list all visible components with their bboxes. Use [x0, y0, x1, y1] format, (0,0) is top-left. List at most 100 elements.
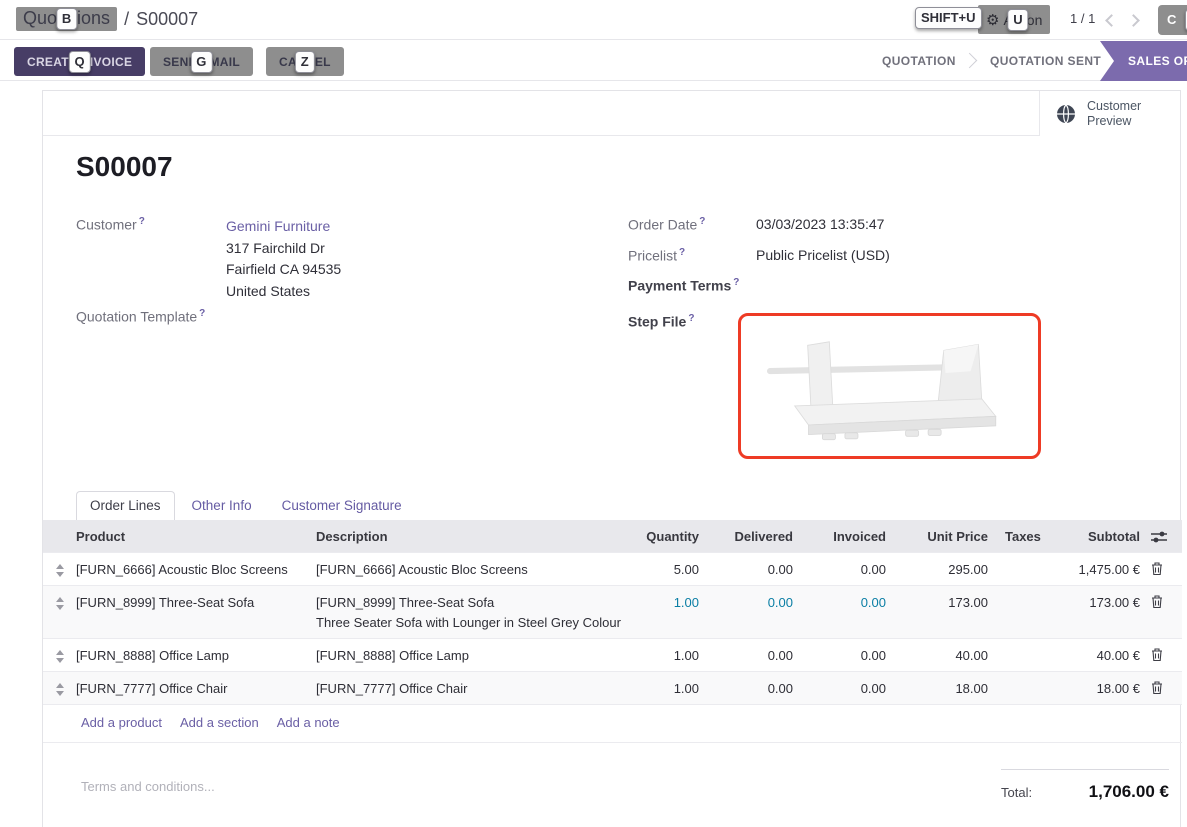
customer-link[interactable]: Gemini Furniture [226, 218, 330, 234]
globe-icon [1055, 103, 1077, 125]
address-line-1: 317 Fairchild Dr [226, 240, 325, 256]
control-panel: Quotations B / S00007 SHIFT+U ⚙ Action U… [0, 0, 1187, 40]
address-line-3: United States [226, 283, 310, 299]
keyboard-hint-shift-u: SHIFT+U [915, 7, 982, 29]
product-cell[interactable]: [FURN_8888] Office Lamp [76, 639, 316, 671]
quantity-cell[interactable]: 5.00 [621, 553, 711, 585]
create-invoice-button[interactable]: CREATE INVOICE Q [14, 47, 145, 76]
create-button-label: C [1167, 12, 1176, 27]
invoiced-cell[interactable]: 0.00 [805, 553, 898, 585]
unit-price-cell[interactable]: 40.00 [898, 639, 1000, 671]
pager-prev-button[interactable] [1105, 14, 1118, 27]
form-sheet: Customer Preview S00007 Customer? Gemini… [42, 90, 1181, 827]
delete-row-button[interactable] [1142, 553, 1182, 581]
status-step-sales-order[interactable]: SALES ORDER [1100, 41, 1187, 81]
breadcrumb-quotations-link[interactable]: Quotations B [16, 7, 117, 31]
delivered-cell[interactable]: 0.00 [711, 586, 805, 618]
column-header-invoiced: Invoiced [805, 520, 898, 552]
send-email-button[interactable]: SEND EMAIL G [150, 47, 253, 76]
order-date-field-label: Order Date? [628, 216, 705, 233]
notebook-tabs: Order Lines Other Info Customer Signatur… [43, 489, 1180, 520]
action-menu-button[interactable]: ⚙ Action U [978, 5, 1050, 34]
customer-address-block: Gemini Furniture 317 Fairchild Dr Fairfi… [226, 216, 341, 302]
customer-preview-button[interactable]: Customer Preview [1039, 91, 1180, 136]
create-button[interactable]: C [1158, 5, 1187, 35]
step-file-field-label: Step File? [628, 313, 694, 330]
delete-row-button[interactable] [1142, 639, 1182, 667]
table-row[interactable]: [FURN_8999] Three-Seat Sofa [FURN_8999] … [43, 585, 1182, 638]
taxes-cell[interactable] [1000, 553, 1066, 565]
description-cell[interactable]: [FURN_8888] Office Lamp [316, 639, 621, 671]
description-cell[interactable]: [FURN_7777] Office Chair [316, 672, 621, 704]
order-date-value[interactable]: 03/03/2023 13:35:47 [756, 216, 884, 232]
terms-and-conditions-input[interactable]: Terms and conditions... [81, 779, 215, 794]
total-value: 1,706.00 € [1089, 782, 1169, 802]
keyboard-hint-z: Z [295, 51, 315, 73]
pricelist-value[interactable]: Public Pricelist (USD) [756, 247, 890, 263]
delivered-cell[interactable]: 0.00 [711, 672, 805, 704]
breadcrumb: Quotations B / S00007 [16, 7, 198, 31]
taxes-cell[interactable] [1000, 672, 1066, 684]
step-file-3d-preview-icon [750, 321, 1030, 451]
table-row[interactable]: [FURN_6666] Acoustic Bloc Screens [FURN_… [43, 552, 1182, 585]
customer-preview-label: Customer Preview [1087, 99, 1141, 129]
delete-row-button[interactable] [1142, 586, 1182, 614]
delivered-cell[interactable]: 0.00 [711, 639, 805, 671]
keyboard-hint-q: Q [68, 51, 90, 73]
add-a-section-link[interactable]: Add a section [180, 715, 259, 730]
keyboard-hint-b: B [56, 8, 77, 30]
product-cell[interactable]: [FURN_8999] Three-Seat Sofa [76, 586, 316, 618]
unit-price-cell[interactable]: 18.00 [898, 672, 1000, 704]
subtotal-cell: 1,475.00 € [1066, 553, 1142, 585]
invoiced-cell[interactable]: 0.00 [805, 639, 898, 671]
quotation-template-field-label: Quotation Template? [76, 308, 205, 325]
pricelist-field-label: Pricelist? [628, 247, 685, 264]
taxes-cell[interactable] [1000, 639, 1066, 651]
table-row[interactable]: [FURN_7777] Office Chair [FURN_7777] Off… [43, 671, 1182, 704]
help-marker: ? [688, 313, 694, 324]
action-bar: CREATE INVOICE Q SEND EMAIL G CANCEL Z Q… [0, 41, 1187, 81]
payment-terms-field-label: Payment Terms? [628, 277, 739, 294]
table-header-row: Product Description Quantity Delivered I… [43, 520, 1182, 552]
help-marker: ? [139, 216, 145, 227]
unit-price-cell[interactable]: 173.00 [898, 586, 1000, 618]
table-row[interactable]: [FURN_8888] Office Lamp [FURN_8888] Offi… [43, 638, 1182, 671]
breadcrumb-current: S00007 [136, 9, 198, 30]
taxes-cell[interactable] [1000, 586, 1066, 598]
status-separator-icon [962, 53, 978, 69]
trash-icon [1150, 647, 1164, 662]
status-step-quotation[interactable]: QUOTATION [882, 41, 956, 81]
delete-row-button[interactable] [1142, 672, 1182, 700]
column-header-unit-price: Unit Price [898, 520, 1000, 552]
unit-price-cell[interactable]: 295.00 [898, 553, 1000, 585]
quantity-cell[interactable]: 1.00 [621, 639, 711, 671]
add-a-product-link[interactable]: Add a product [81, 715, 162, 730]
delivered-cell[interactable]: 0.00 [711, 553, 805, 585]
invoiced-cell[interactable]: 0.00 [805, 672, 898, 704]
drag-handle[interactable] [43, 586, 76, 615]
cancel-button[interactable]: CANCEL Z [266, 47, 344, 76]
description-cell[interactable]: [FURN_6666] Acoustic Bloc Screens [316, 553, 621, 585]
help-marker: ? [733, 277, 739, 288]
product-cell[interactable]: [FURN_7777] Office Chair [76, 672, 316, 704]
drag-handle[interactable] [43, 639, 76, 668]
pager-next-button[interactable] [1127, 14, 1140, 27]
column-header-product: Product [76, 520, 316, 552]
description-cell[interactable]: [FURN_8999] Three-Seat Sofa Three Seater… [316, 586, 621, 638]
keyboard-hint-u: U [1007, 9, 1028, 31]
tab-other-info[interactable]: Other Info [179, 492, 265, 520]
tab-customer-signature[interactable]: Customer Signature [269, 492, 415, 520]
add-a-note-link[interactable]: Add a note [277, 715, 340, 730]
step-file-image[interactable] [738, 313, 1041, 459]
column-header-subtotal: Subtotal [1066, 520, 1142, 552]
status-step-quotation-sent[interactable]: QUOTATION SENT [990, 41, 1101, 81]
column-header-quantity: Quantity [621, 520, 711, 552]
drag-handle[interactable] [43, 672, 76, 701]
quantity-cell[interactable]: 1.00 [621, 672, 711, 704]
tab-order-lines[interactable]: Order Lines [76, 491, 175, 520]
quantity-cell[interactable]: 1.00 [621, 586, 711, 618]
product-cell[interactable]: [FURN_6666] Acoustic Bloc Screens [76, 553, 316, 585]
invoiced-cell[interactable]: 0.00 [805, 586, 898, 618]
drag-handle[interactable] [43, 553, 76, 582]
optional-columns-toggle[interactable] [1142, 520, 1182, 549]
